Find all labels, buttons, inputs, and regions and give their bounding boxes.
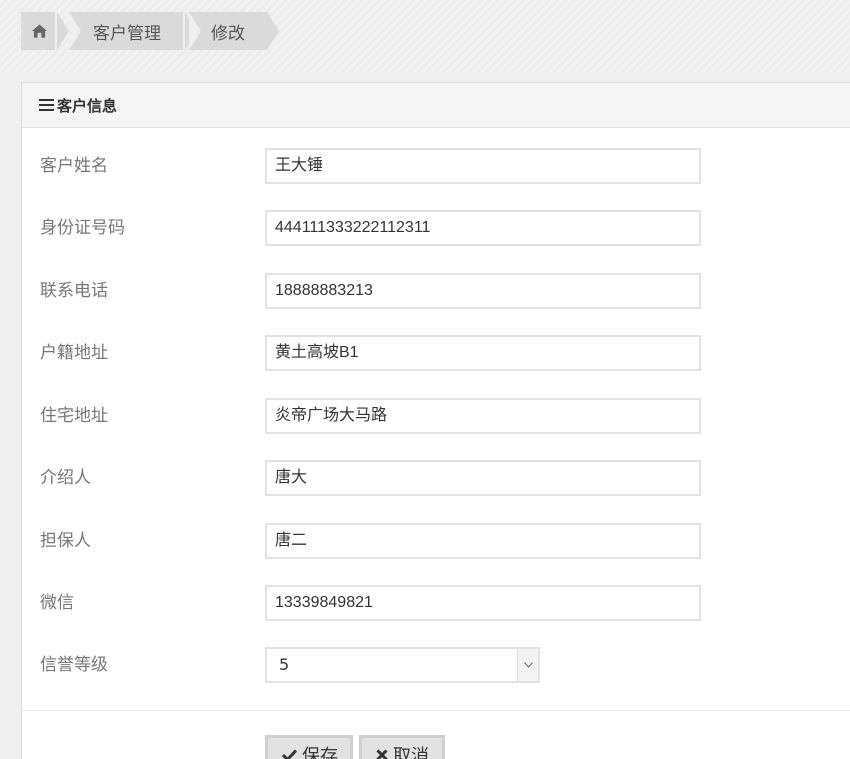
form-row-wechat: 微信 13339849821	[22, 583, 850, 623]
form-row-credit: 信誉等级 5	[22, 645, 850, 685]
panel-title: 客户信息	[57, 96, 118, 115]
domicile-address-input[interactable]: 黄土高坡B1	[265, 335, 701, 371]
referrer-input[interactable]: 唐大	[265, 460, 701, 496]
phone-label: 联系电话	[40, 281, 108, 301]
name-label: 客户姓名	[40, 156, 108, 176]
domicile-address-label: 户籍地址	[40, 343, 108, 363]
page: 客户管理 修改 客户信息 客户姓名 王大锤 身份证号码 444111333222…	[0, 0, 850, 759]
breadcrumb-item-edit: 修改	[189, 12, 281, 50]
save-button-label: 保存	[302, 746, 338, 759]
form-row-residence: 住宅地址 炎帝广场大马路	[22, 396, 850, 436]
cancel-button[interactable]: 取消	[359, 735, 445, 759]
menu-icon	[39, 99, 54, 111]
residence-address-input[interactable]: 炎帝广场大马路	[265, 398, 701, 434]
guarantor-input[interactable]: 唐二	[265, 523, 701, 559]
id-number-label: 身份证号码	[40, 218, 125, 238]
wechat-input[interactable]: 13339849821	[265, 585, 701, 621]
phone-input[interactable]: 18888883213	[265, 273, 701, 309]
form-row-domicile: 户籍地址 黄土高坡B1	[22, 333, 850, 373]
breadcrumb-label: 客户管理	[69, 12, 185, 50]
customer-info-panel: 客户信息 客户姓名 王大锤 身份证号码 444111333222112311 联…	[21, 82, 850, 759]
wechat-label: 微信	[40, 593, 74, 613]
form-divider	[22, 710, 850, 711]
guarantor-label: 担保人	[40, 531, 91, 551]
check-icon	[282, 749, 297, 759]
credit-level-value: 5	[279, 655, 290, 674]
referrer-label: 介绍人	[40, 468, 91, 488]
breadcrumb: 客户管理 修改	[0, 0, 850, 72]
form-row-name: 客户姓名 王大锤	[22, 146, 850, 186]
breadcrumb-home[interactable]	[21, 10, 71, 52]
credit-level-label: 信誉等级	[40, 655, 108, 675]
chevron-down-icon[interactable]	[517, 649, 538, 681]
panel-header: 客户信息	[22, 83, 850, 128]
form-row-phone: 联系电话 18888883213	[22, 271, 850, 311]
name-input[interactable]: 王大锤	[265, 148, 701, 184]
credit-level-select[interactable]: 5	[265, 647, 540, 683]
form-row-guarantor: 担保人 唐二	[22, 521, 850, 561]
form-row-id: 身份证号码 444111333222112311	[22, 208, 850, 248]
cancel-button-label: 取消	[393, 746, 429, 759]
form-row-referrer: 介绍人 唐大	[22, 458, 850, 498]
residence-address-label: 住宅地址	[40, 406, 108, 426]
home-icon	[31, 24, 47, 38]
close-icon	[376, 749, 388, 759]
save-button[interactable]: 保存	[265, 735, 353, 759]
breadcrumb-item-customers[interactable]: 客户管理	[69, 10, 197, 52]
id-number-input[interactable]: 444111333222112311	[265, 210, 701, 246]
